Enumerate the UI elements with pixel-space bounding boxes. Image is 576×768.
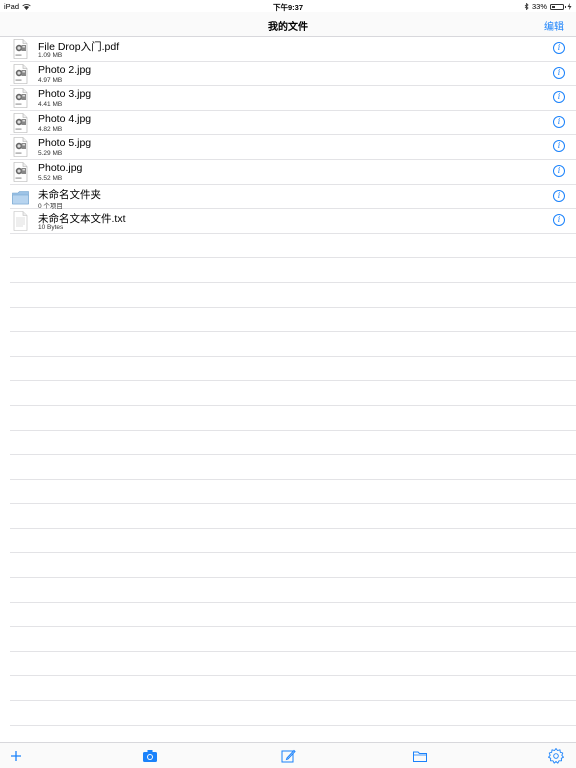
file-detail: 5.29 MB xyxy=(38,150,63,158)
file-list: File Drop入门.pdf 1.09 MB i Photo 2.jpg 4.97 M… xyxy=(0,37,576,726)
info-icon[interactable]: i xyxy=(553,164,565,177)
jpeg-file-icon xyxy=(13,112,28,133)
empty-row xyxy=(10,283,576,308)
empty-row xyxy=(10,431,576,456)
file-name: Photo 4.jpg xyxy=(38,112,92,125)
file-row[interactable]: 未命名文件夹 0 个项目 i xyxy=(10,185,576,210)
camera-icon[interactable] xyxy=(141,747,159,765)
battery-icon xyxy=(550,3,566,10)
info-icon[interactable]: i xyxy=(553,140,565,153)
empty-row xyxy=(10,480,576,505)
info-icon[interactable]: i xyxy=(553,66,565,79)
status-bar: iPad 下午9:37 33% xyxy=(0,0,576,12)
info-icon[interactable]: i xyxy=(553,42,565,54)
file-name: Photo 5.jpg xyxy=(38,137,92,150)
info-icon[interactable]: i xyxy=(553,189,565,202)
empty-row xyxy=(10,357,576,382)
battery-level xyxy=(552,5,556,8)
file-detail: 10 Bytes xyxy=(38,224,64,232)
jpeg-file-icon xyxy=(13,137,28,158)
empty-row xyxy=(10,578,576,603)
bluetooth-icon xyxy=(524,3,529,10)
file-detail: 4.97 MB xyxy=(38,76,63,84)
empty-row xyxy=(10,381,576,406)
empty-row xyxy=(10,308,576,333)
file-detail: 5.52 MB xyxy=(38,174,63,182)
file-detail: 0 个项目 xyxy=(38,202,63,210)
add-icon[interactable] xyxy=(7,747,25,765)
empty-row xyxy=(10,652,576,677)
jpeg-file-icon xyxy=(13,162,28,182)
settings-gear-icon[interactable] xyxy=(547,747,565,765)
folder-icon[interactable] xyxy=(411,747,429,765)
battery-percent: 33% xyxy=(531,2,547,11)
empty-row xyxy=(10,234,576,259)
file-detail: 4.82 MB xyxy=(38,125,63,133)
empty-row xyxy=(10,406,576,431)
empty-row xyxy=(10,529,576,554)
info-icon[interactable]: i xyxy=(553,214,565,227)
file-row[interactable]: 未命名文本文件.txt 10 Bytes i xyxy=(10,209,576,234)
file-name: Photo 3.jpg xyxy=(38,88,92,101)
file-row[interactable]: Photo 2.jpg 4.97 MB i xyxy=(10,62,576,87)
file-name: Photo 2.jpg xyxy=(38,63,92,76)
file-row[interactable]: Photo.jpg 5.52 MB i xyxy=(10,160,576,185)
file-name: Photo.jpg xyxy=(38,161,83,174)
empty-row xyxy=(10,504,576,529)
file-row[interactable]: Photo 4.jpg 4.82 MB i xyxy=(10,111,576,136)
empty-row xyxy=(10,258,576,283)
empty-row xyxy=(10,603,576,628)
text-document-icon xyxy=(13,211,28,231)
empty-row xyxy=(10,455,576,480)
empty-row xyxy=(10,332,576,357)
charging-icon xyxy=(567,3,572,10)
jpeg-file-icon xyxy=(13,88,28,108)
empty-row xyxy=(10,701,576,726)
folder-file-icon xyxy=(12,190,29,204)
jpeg-file-icon xyxy=(13,63,28,84)
empty-row xyxy=(10,627,576,652)
edit-button[interactable]: 编辑 xyxy=(544,18,564,33)
file-row[interactable]: Photo 3.jpg 4.41 MB i xyxy=(10,86,576,111)
empty-row xyxy=(10,553,576,579)
file-detail: 1.09 MB xyxy=(38,52,63,59)
file-row[interactable]: Photo 5.jpg 5.29 MB i xyxy=(10,135,576,160)
info-icon[interactable]: i xyxy=(553,91,565,104)
file-detail: 4.41 MB xyxy=(38,101,63,109)
file-row[interactable]: File Drop入门.pdf 1.09 MB i xyxy=(10,37,576,62)
pdf-file-icon xyxy=(13,39,28,59)
page-title: 我的文件 xyxy=(268,22,308,33)
navigation-bar: 我的文件 编辑 xyxy=(0,12,576,37)
bottom-toolbar xyxy=(0,742,576,768)
empty-row xyxy=(10,676,576,702)
info-icon[interactable]: i xyxy=(553,115,565,128)
compose-icon[interactable] xyxy=(279,747,297,765)
